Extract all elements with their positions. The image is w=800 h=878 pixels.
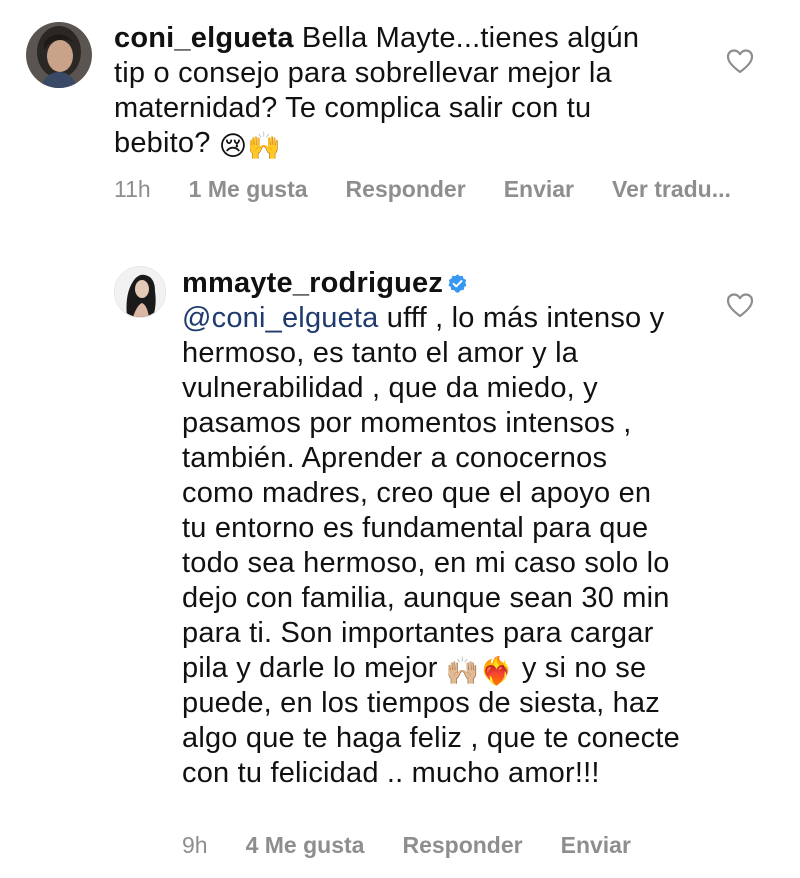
crying-face-emoji: 😢 — [218, 131, 248, 161]
send-button[interactable]: Enviar — [504, 176, 574, 203]
comment-coni: coni_elgueta Bella Mayte...tienes algún … — [0, 0, 800, 230]
reply-button[interactable]: Responder — [346, 176, 466, 203]
comment-body: mmayte_rodriguez @coni_elgueta ufff , lo… — [182, 266, 682, 791]
profile-photo-icon — [26, 22, 92, 88]
comment-username[interactable]: coni_elgueta — [114, 22, 294, 54]
comment-actions: 11h 1 Me gusta Responder Enviar Ver trad… — [114, 176, 731, 203]
comment-text: ufff , lo más intenso y hermoso, es tant… — [182, 302, 670, 684]
comment-body: coni_elgueta Bella Mayte...tienes algún … — [114, 21, 674, 161]
comment-actions: 9h 4 Me gusta Responder Enviar — [182, 832, 631, 859]
avatar[interactable] — [114, 266, 166, 318]
reply-button[interactable]: Responder — [402, 832, 522, 859]
comment-username[interactable]: mmayte_rodriguez — [182, 267, 443, 299]
send-button[interactable]: Enviar — [561, 832, 631, 859]
raising-hands-emoji: 🙌🏼 — [445, 656, 480, 686]
profile-photo-icon — [115, 267, 165, 317]
likes-count-button[interactable]: 4 Me gusta — [246, 832, 365, 859]
mention-link[interactable]: @coni_elgueta — [182, 302, 379, 334]
like-heart-icon[interactable] — [726, 292, 754, 318]
verified-badge-icon — [448, 274, 467, 293]
comment-mayte: mmayte_rodriguez @coni_elgueta ufff , lo… — [0, 230, 800, 878]
heart-on-fire-emoji: ❤️‍🔥 — [479, 656, 514, 686]
comment-time: 9h — [182, 832, 208, 858]
translate-button[interactable]: Ver tradu... — [612, 176, 731, 203]
likes-count-button[interactable]: 1 Me gusta — [189, 176, 308, 203]
raising-hands-emoji: 🙌 — [247, 131, 281, 161]
avatar[interactable] — [26, 22, 92, 88]
comment-time: 11h — [114, 176, 151, 202]
like-heart-icon[interactable] — [726, 48, 754, 74]
